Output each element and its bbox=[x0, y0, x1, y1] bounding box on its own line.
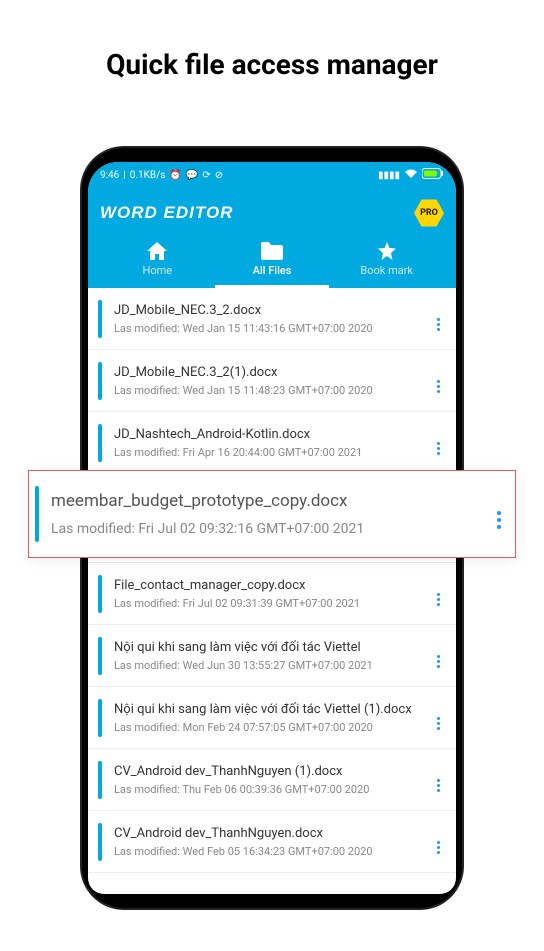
tab-label: Book mark bbox=[360, 264, 413, 277]
file-texts: Nội qui khi sang làm việc với đối tác Vi… bbox=[114, 702, 429, 734]
pro-badge[interactable]: PRO bbox=[414, 198, 444, 228]
page-headline: Quick file access manager bbox=[0, 0, 544, 81]
file-date: Las modified: Fri Jul 02 09:32:16 GMT+07… bbox=[51, 521, 489, 537]
file-texts: File_contact_manager_copy.docx Las modif… bbox=[114, 578, 429, 610]
chat-icon: 💬 bbox=[186, 170, 198, 181]
file-date: Las modified: Wed Jun 30 13:55:27 GMT+07… bbox=[114, 659, 429, 672]
file-item[interactable]: Nội qui khi sang làm việc với đối tác Vi… bbox=[88, 625, 456, 687]
tab-home[interactable]: Home bbox=[100, 236, 215, 288]
file-name: Nội qui khi sang làm việc với đối tác Vi… bbox=[114, 702, 429, 717]
sync-icon: ⟳ bbox=[202, 170, 210, 181]
file-date: Las modified: Thu Feb 06 00:39:36 GMT+07… bbox=[114, 783, 429, 796]
file-accent-bar bbox=[98, 300, 102, 338]
alarm-icon: ⏰ bbox=[169, 170, 181, 181]
file-item[interactable]: CV_Android dev_ThanhNguyen (1).docx Las … bbox=[88, 749, 456, 811]
file-name: JD_Mobile_NEC.3_2(1).docx bbox=[114, 365, 429, 380]
file-item[interactable]: CV_Android dev_ThanhNguyen.docx Las modi… bbox=[88, 811, 456, 873]
app-header: WORD EDITOR PRO Home All Files Book mark bbox=[88, 188, 456, 288]
highlighted-file-item[interactable]: meembar_budget_prototype_copy.docx Las m… bbox=[28, 470, 516, 558]
file-name: Nội qui khi sang làm việc với đối tác Vi… bbox=[114, 640, 429, 655]
file-accent-bar bbox=[98, 575, 102, 613]
app-title-row: WORD EDITOR PRO bbox=[100, 194, 444, 236]
file-name: File_contact_manager_copy.docx bbox=[114, 578, 429, 593]
file-date: Las modified: Fri Apr 16 20:44:00 GMT+07… bbox=[114, 446, 429, 459]
folder-icon bbox=[261, 242, 283, 260]
more-vertical-icon bbox=[437, 318, 440, 331]
home-icon bbox=[147, 242, 167, 260]
more-vertical-icon bbox=[437, 779, 440, 792]
file-item[interactable]: JD_Nashtech_Android-Kotlin.docx Las modi… bbox=[88, 412, 456, 473]
status-right: ▮▮▮▮ bbox=[378, 168, 444, 182]
file-item[interactable]: Nội qui khi sang làm việc với đối tác Vi… bbox=[88, 687, 456, 749]
tab-all-files[interactable]: All Files bbox=[215, 236, 330, 288]
file-menu-button[interactable] bbox=[429, 697, 448, 738]
file-texts: JD_Nashtech_Android-Kotlin.docx Las modi… bbox=[114, 427, 429, 459]
file-name: meembar_budget_prototype_copy.docx bbox=[51, 491, 489, 511]
file-menu-button[interactable] bbox=[429, 422, 448, 463]
file-item[interactable]: JD_Mobile_NEC.3_2.docx Las modified: Wed… bbox=[88, 288, 456, 350]
status-speed: 0.1KB/s bbox=[130, 170, 166, 181]
file-item[interactable]: File_contact_manager_copy.docx Las modif… bbox=[88, 563, 456, 625]
file-accent-bar bbox=[98, 823, 102, 861]
file-date: Las modified: Wed Feb 05 16:34:23 GMT+07… bbox=[114, 845, 429, 858]
file-accent-bar bbox=[98, 699, 102, 737]
file-name: CV_Android dev_ThanhNguyen.docx bbox=[114, 826, 429, 841]
signal-icon: ▮▮▮▮ bbox=[378, 170, 400, 181]
file-name: CV_Android dev_ThanhNguyen (1).docx bbox=[114, 764, 429, 779]
more-vertical-icon bbox=[497, 511, 501, 529]
file-menu-button[interactable] bbox=[429, 573, 448, 614]
file-menu-button[interactable] bbox=[429, 759, 448, 800]
file-texts: CV_Android dev_ThanhNguyen.docx Las modi… bbox=[114, 826, 429, 858]
tab-label: Home bbox=[143, 264, 173, 277]
file-menu-button[interactable] bbox=[429, 821, 448, 862]
file-name: JD_Mobile_NEC.3_2.docx bbox=[114, 303, 429, 318]
file-texts: CV_Android dev_ThanhNguyen (1).docx Las … bbox=[114, 764, 429, 796]
wifi-icon bbox=[404, 169, 418, 182]
block-icon: ⊘ bbox=[215, 170, 223, 181]
file-accent-bar bbox=[98, 761, 102, 799]
file-accent-bar bbox=[98, 362, 102, 400]
file-texts: Nội qui khi sang làm việc với đối tác Vi… bbox=[114, 640, 429, 672]
status-bar: 9:46 | 0.1KB/s ⏰ 💬 ⟳ ⊘ ▮▮▮▮ bbox=[88, 162, 456, 188]
tab-row: Home All Files Book mark bbox=[100, 236, 444, 288]
file-texts: JD_Mobile_NEC.3_2.docx Las modified: Wed… bbox=[114, 303, 429, 335]
file-date: Las modified: Wed Jan 15 11:48:23 GMT+07… bbox=[114, 384, 429, 397]
file-item[interactable]: JD_Mobile_NEC.3_2(1).docx Las modified: … bbox=[88, 350, 456, 412]
file-date: Las modified: Wed Jan 15 11:43:16 GMT+07… bbox=[114, 322, 429, 335]
status-time: 9:46 bbox=[100, 170, 119, 181]
more-vertical-icon bbox=[437, 380, 440, 393]
file-menu-button[interactable] bbox=[429, 360, 448, 401]
more-vertical-icon bbox=[437, 841, 440, 854]
file-date: Las modified: Fri Jul 02 09:31:39 GMT+07… bbox=[114, 597, 429, 610]
more-vertical-icon bbox=[437, 717, 440, 730]
file-menu-button[interactable] bbox=[429, 298, 448, 339]
app-title: WORD EDITOR bbox=[100, 203, 233, 223]
status-left: 9:46 | 0.1KB/s ⏰ 💬 ⟳ ⊘ bbox=[100, 170, 223, 181]
battery-icon bbox=[422, 168, 444, 182]
tab-label: All Files bbox=[253, 264, 292, 277]
file-accent-bar bbox=[98, 637, 102, 675]
tab-bookmark[interactable]: Book mark bbox=[329, 236, 444, 288]
file-name: JD_Nashtech_Android-Kotlin.docx bbox=[114, 427, 429, 442]
file-menu-button[interactable] bbox=[429, 635, 448, 676]
file-texts: JD_Mobile_NEC.3_2(1).docx Las modified: … bbox=[114, 365, 429, 397]
more-vertical-icon bbox=[437, 655, 440, 668]
file-texts: meembar_budget_prototype_copy.docx Las m… bbox=[51, 491, 489, 537]
file-accent-bar bbox=[98, 424, 102, 462]
file-list: JD_Mobile_NEC.3_2.docx Las modified: Wed… bbox=[88, 288, 456, 873]
file-date: Las modified: Mon Feb 24 07:57:05 GMT+07… bbox=[114, 721, 429, 734]
file-menu-button[interactable] bbox=[489, 492, 509, 537]
status-sep: | bbox=[123, 170, 125, 181]
file-accent-bar bbox=[35, 486, 39, 542]
star-icon bbox=[377, 242, 397, 260]
more-vertical-icon bbox=[437, 442, 440, 455]
more-vertical-icon bbox=[437, 593, 440, 606]
